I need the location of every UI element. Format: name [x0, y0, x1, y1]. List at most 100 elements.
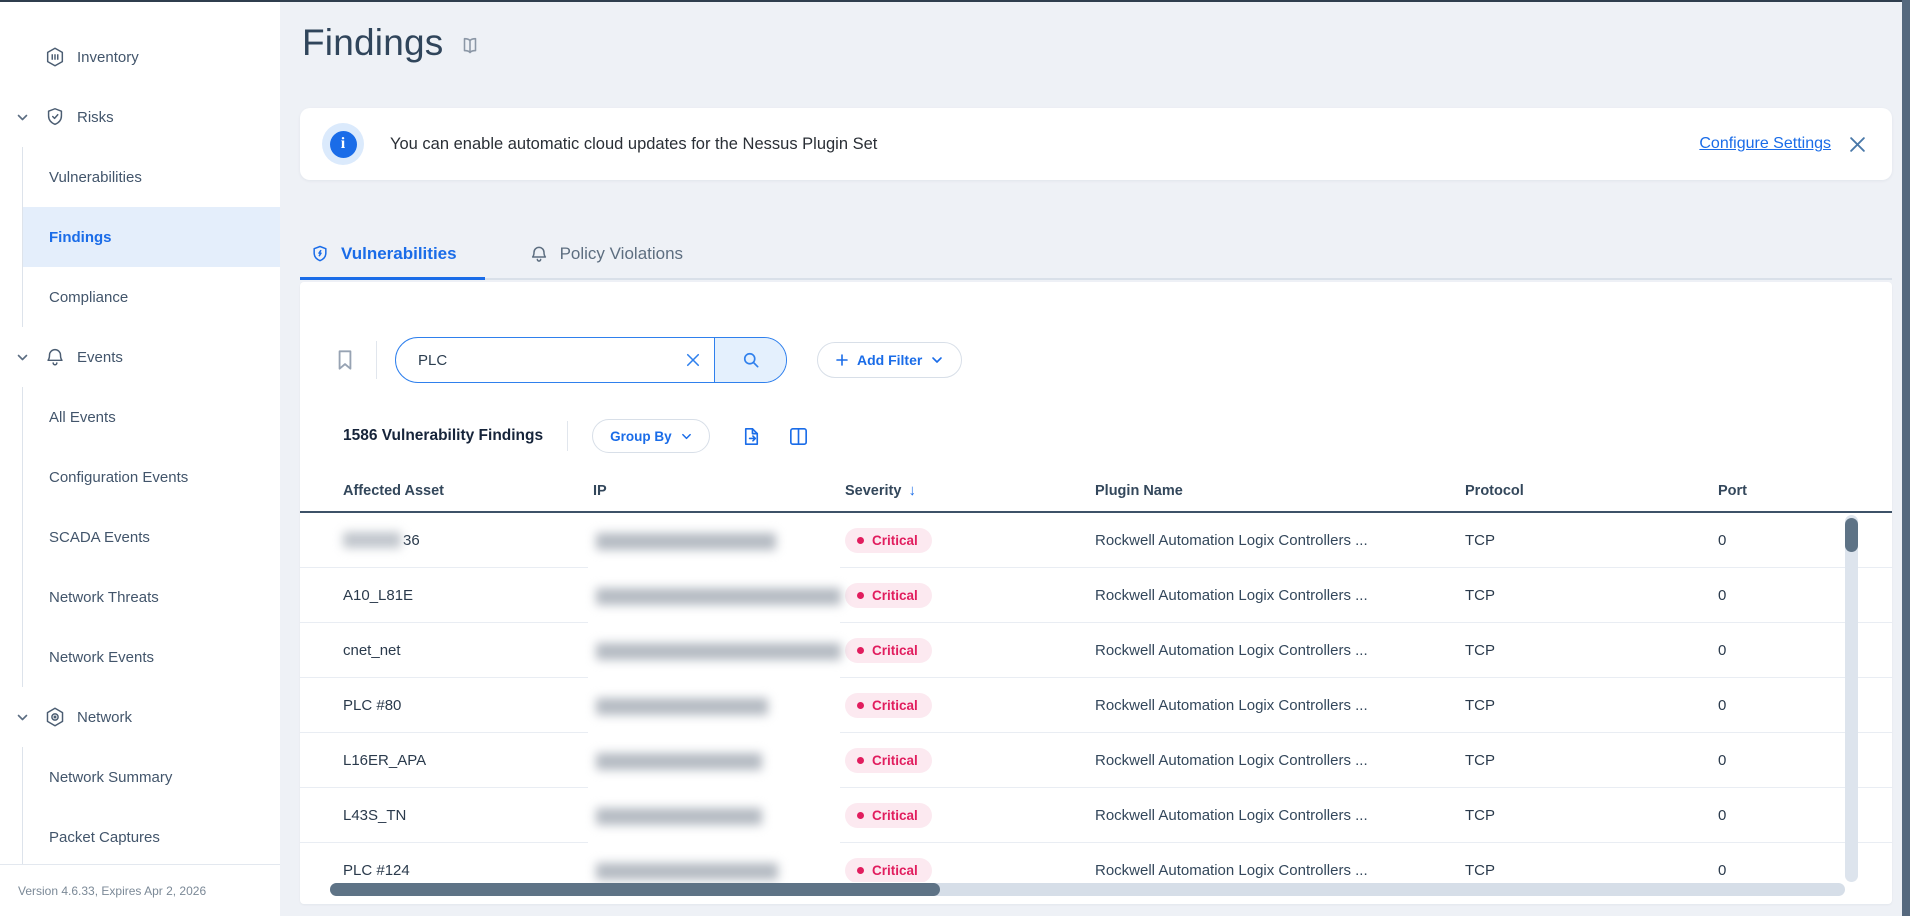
redacted-text — [343, 532, 401, 548]
severity-badge: Critical — [845, 638, 932, 663]
severity-dot-icon — [857, 812, 864, 819]
export-icon[interactable] — [740, 425, 763, 448]
sidebar-item-inventory[interactable]: Inventory — [0, 27, 280, 87]
sidebar-item-risks[interactable]: Risks — [0, 87, 280, 147]
shield-icon — [44, 106, 66, 128]
cell-protocol: TCP — [1465, 587, 1718, 604]
search-input[interactable] — [396, 338, 672, 382]
sidebar-item-network-summary[interactable]: Network Summary — [23, 747, 280, 807]
cell-affected-asset: L43S_TN — [343, 807, 593, 824]
redacted-ip-value — [596, 533, 776, 550]
info-icon: i — [322, 123, 364, 165]
cell-protocol: TCP — [1465, 697, 1718, 714]
info-banner: i You can enable automatic cloud updates… — [300, 108, 1892, 180]
table-row[interactable]: L16ER_APA CriticalRockwell Automation Log… — [300, 733, 1892, 788]
window-top-border — [0, 0, 1910, 2]
cell-protocol: TCP — [1465, 532, 1718, 549]
cell-affected-asset: PLC #124 — [343, 862, 593, 879]
severity-badge: Critical — [845, 528, 932, 553]
column-header-port[interactable]: Port — [1718, 483, 1845, 499]
columns-icon[interactable] — [787, 425, 810, 448]
horizontal-scrollbar-thumb[interactable] — [330, 883, 940, 896]
group-by-button[interactable]: Group By — [592, 419, 710, 453]
configure-settings-link[interactable]: Configure Settings — [1699, 135, 1831, 153]
bell-icon — [44, 346, 66, 368]
redacted-ip-value — [596, 808, 762, 825]
search-clear-icon[interactable] — [672, 338, 714, 382]
sidebar-item-network-events[interactable]: Network Events — [23, 627, 280, 687]
version-label: Version 4.6.33, Expires Apr 2, 2026 — [18, 884, 206, 898]
severity-badge: Critical — [845, 858, 932, 883]
column-header-protocol[interactable]: Protocol — [1465, 483, 1718, 499]
app-window: InventoryRisksVulnerabilitiesFindingsCom… — [0, 0, 1910, 916]
cell-port: 0 — [1718, 642, 1845, 659]
column-header-plugin-name[interactable]: Plugin Name — [1095, 483, 1465, 499]
cell-port: 0 — [1718, 697, 1845, 714]
search-row: Add Filter — [300, 337, 1892, 383]
window-scrollbar-edge[interactable] — [1902, 0, 1910, 916]
sort-desc-arrow-icon: ↓ — [908, 482, 916, 499]
severity-dot-icon — [857, 867, 864, 874]
cell-plugin-name: Rockwell Automation Logix Controllers ..… — [1095, 697, 1465, 714]
table-row[interactable]: 36CriticalRockwell Automation Logix Cont… — [300, 513, 1892, 568]
table-row[interactable]: A10_L81ECriticalRockwell Automation Logi… — [300, 568, 1892, 623]
sidebar-item-compliance[interactable]: Compliance — [23, 267, 280, 327]
search-button[interactable] — [714, 338, 786, 382]
column-header-ip[interactable]: IP — [593, 483, 845, 499]
banner-close-icon[interactable] — [1849, 136, 1866, 153]
redacted-ip-value — [596, 698, 768, 715]
tab-vulnerabilities[interactable]: Vulnerabilities — [300, 230, 485, 278]
cell-severity: Critical — [845, 583, 1095, 608]
table-row[interactable]: L43S_TNCriticalRockwell Automation Logix… — [300, 788, 1892, 843]
cell-affected-asset: L16ER_APA — [343, 752, 593, 769]
tab-policy-violations[interactable]: Policy Violations — [519, 230, 711, 278]
vertical-scrollbar-thumb[interactable] — [1845, 518, 1858, 552]
severity-dot-icon — [857, 537, 864, 544]
sidebar-item-findings[interactable]: Findings — [23, 207, 280, 267]
findings-card: Add Filter 1586 Vulnerability Findings G… — [300, 282, 1892, 904]
search-icon — [741, 350, 761, 370]
chevron-down-icon — [931, 354, 943, 366]
cell-port: 0 — [1718, 587, 1845, 604]
cell-plugin-name: Rockwell Automation Logix Controllers ..… — [1095, 752, 1465, 769]
docs-book-icon[interactable] — [459, 35, 481, 57]
sidebar-item-network[interactable]: Network — [0, 687, 280, 747]
sidebar-item-network-threats[interactable]: Network Threats — [23, 567, 280, 627]
sidebar-item-configuration-events[interactable]: Configuration Events — [23, 447, 280, 507]
sidebar-item-packet-captures[interactable]: Packet Captures — [23, 807, 280, 867]
bookmark-icon[interactable] — [332, 347, 358, 373]
column-header-affected-asset[interactable]: Affected Asset — [343, 483, 593, 499]
cell-severity: Critical — [845, 693, 1095, 718]
redacted-ip-value — [596, 753, 762, 770]
table-row[interactable]: PLC #80CriticalRockwell Automation Logix… — [300, 678, 1892, 733]
sidebar-item-vulnerabilities[interactable]: Vulnerabilities — [23, 147, 280, 207]
horizontal-scrollbar[interactable] — [330, 883, 1845, 896]
cell-protocol: TCP — [1465, 642, 1718, 659]
table-row[interactable]: PLC #124CriticalRockwell Automation Logi… — [300, 843, 1892, 882]
severity-dot-icon — [857, 702, 864, 709]
sidebar: InventoryRisksVulnerabilitiesFindingsCom… — [0, 2, 280, 916]
plus-icon — [836, 354, 848, 366]
cell-severity: Critical — [845, 748, 1095, 773]
divider — [376, 341, 377, 379]
column-header-severity[interactable]: Severity↓ — [845, 482, 1095, 499]
vertical-scrollbar[interactable] — [1845, 515, 1858, 882]
cell-port: 0 — [1718, 862, 1845, 879]
tab-label: Policy Violations — [560, 244, 683, 264]
group-by-label: Group By — [610, 429, 672, 444]
cell-plugin-name: Rockwell Automation Logix Controllers ..… — [1095, 807, 1465, 824]
page-title-row: Findings — [302, 22, 481, 64]
chevron-down-icon — [16, 351, 29, 364]
sidebar-item-events[interactable]: Events — [0, 327, 280, 387]
sidebar-sub-group: Network SummaryPacket Captures — [22, 747, 280, 867]
sidebar-sub-group: VulnerabilitiesFindingsCompliance — [22, 147, 280, 327]
table-row[interactable]: cnet_netCriticalRockwell Automation Logi… — [300, 623, 1892, 678]
chevron-down-icon — [16, 111, 29, 124]
main-content: Findings i You can enable automatic clou… — [280, 2, 1902, 916]
sidebar-item-scada-events[interactable]: SCADA Events — [23, 507, 280, 567]
tab-label: Vulnerabilities — [341, 244, 457, 264]
add-filter-button[interactable]: Add Filter — [817, 342, 962, 378]
sidebar-footer: Version 4.6.33, Expires Apr 2, 2026 — [0, 864, 280, 916]
sidebar-item-all-events[interactable]: All Events — [23, 387, 280, 447]
severity-dot-icon — [857, 592, 864, 599]
